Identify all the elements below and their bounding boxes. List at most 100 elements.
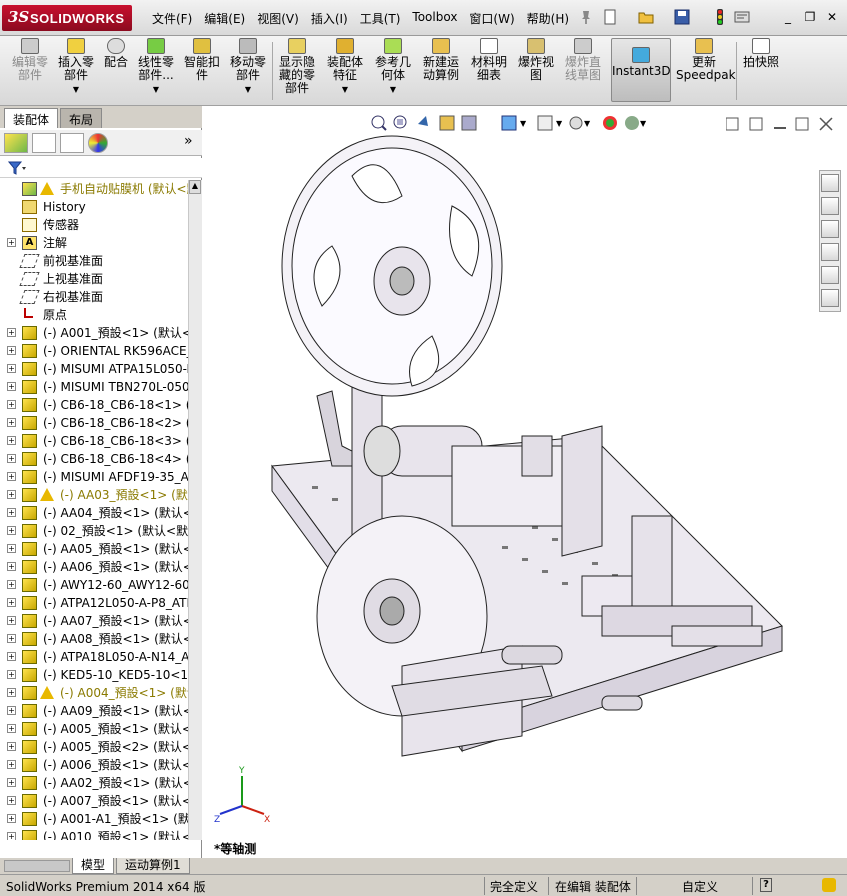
update-speedpak-button[interactable]: 更新 Speedpak	[676, 38, 736, 102]
tree-component-row[interactable]: + (-) AA06_預設<1> (默认<默	[0, 558, 188, 576]
restore-icon[interactable]: ❐	[801, 9, 819, 25]
menu-window[interactable]: 窗口(W)	[463, 8, 520, 28]
expand-toggle-icon[interactable]: +	[7, 598, 16, 607]
zoom-to-fit-icon[interactable]	[371, 115, 387, 131]
apply-scene-icon[interactable]: ▼	[625, 116, 647, 130]
tree-row[interactable]: 原点	[0, 306, 188, 324]
expand-toggle-icon[interactable]: +	[7, 544, 16, 553]
solidworks-logo[interactable]: 3S SOLIDWORKS	[2, 5, 132, 31]
menu-help[interactable]: 帮助(H)	[521, 8, 575, 28]
tree-component-row[interactable]: + (-) MISUMI AFDF19-35_AFDF	[0, 468, 188, 486]
new-document-icon[interactable]	[602, 9, 618, 25]
tree-component-row[interactable]: + (-) MISUMI ATPA15L050-B-N1	[0, 360, 188, 378]
dynamic-annotation-icon[interactable]	[461, 115, 477, 131]
expand-toggle-icon[interactable]: +	[7, 364, 16, 373]
viewport-split-icon[interactable]	[726, 117, 739, 131]
filter-funnel-icon[interactable]	[8, 161, 26, 175]
expand-toggle-icon[interactable]: +	[7, 562, 16, 571]
tree-component-row[interactable]: + (-) A005_預設<1> (默认<<默	[0, 720, 188, 738]
view-palette-icon[interactable]	[821, 243, 839, 261]
menu-insert[interactable]: 插入(I)	[305, 8, 354, 28]
expand-toggle-icon[interactable]: +	[7, 238, 16, 247]
tree-component-row[interactable]: + (-) AWY12-60_AWY12-60<1>	[0, 576, 188, 594]
expand-toggle-icon[interactable]: +	[7, 328, 16, 337]
expand-toggle-icon[interactable]: +	[7, 418, 16, 427]
tree-component-row[interactable]: + (-) AA02_預設<1> (默认<默	[0, 774, 188, 792]
expand-toggle-icon[interactable]: +	[7, 652, 16, 661]
tree-row[interactable]: 上视基准面	[0, 270, 188, 288]
assembly-features-button[interactable]: 装配体 特征 ▼	[322, 38, 368, 102]
tree-component-row[interactable]: + (-) A007_預設<1> (默认<<默	[0, 792, 188, 810]
menu-tools[interactable]: 工具(T)	[354, 8, 407, 28]
tree-component-row[interactable]: + (-) AA03_預設<1> (默认	[0, 486, 188, 504]
expand-toggle-icon[interactable]: +	[7, 832, 16, 840]
filter-bar[interactable]	[0, 158, 202, 178]
bill-of-materials-button[interactable]: 材料明 细表	[466, 38, 512, 102]
tab-assembly[interactable]: 装配体	[4, 108, 59, 128]
expand-toggle-icon[interactable]: +	[7, 382, 16, 391]
new-motion-study-button[interactable]: 新建运 动算例	[418, 38, 464, 102]
expand-toggle-icon[interactable]: +	[7, 436, 16, 445]
close-icon[interactable]: ✕	[823, 9, 841, 25]
tree-component-row[interactable]: + (-) CB6-18_CB6-18<2> (默认	[0, 414, 188, 432]
smart-fasteners-button[interactable]: 智能扣 件	[180, 38, 224, 102]
insert-component-button[interactable]: 插入零 部件 ▼	[56, 38, 96, 102]
tree-component-row[interactable]: + (-) AA04_預設<1> (默认<默	[0, 504, 188, 522]
assembly-model-render[interactable]: Y X Z	[202, 106, 847, 858]
tree-component-row[interactable]: + (-) AA09_預設<1> (默认<默	[0, 702, 188, 720]
custom-properties-icon[interactable]	[821, 289, 839, 307]
expand-toggle-icon[interactable]: +	[7, 580, 16, 589]
expand-toggle-icon[interactable]: +	[7, 796, 16, 805]
tree-row[interactable]: 传感器	[0, 216, 188, 234]
configuration-manager-icon[interactable]	[60, 133, 84, 153]
expand-toggle-icon[interactable]: +	[7, 346, 16, 355]
edit-component-button[interactable]: 编辑零 部件	[4, 38, 56, 102]
tree-row[interactable]: 右视基准面	[0, 288, 188, 306]
tree-component-row[interactable]: + (-) AA08_預設<1> (默认<默	[0, 630, 188, 648]
minimize-icon[interactable]: _	[779, 9, 797, 25]
graphics-area[interactable]: Y X Z	[202, 106, 847, 858]
tab-layout[interactable]: 布局	[60, 108, 103, 128]
exploded-view-button[interactable]: 爆炸视 图	[514, 38, 558, 102]
expand-toggle-icon[interactable]: +	[7, 742, 16, 751]
display-style-icon[interactable]: ▼	[537, 115, 563, 131]
feature-manager-icon[interactable]	[4, 133, 28, 153]
menu-view[interactable]: 视图(V)	[251, 8, 305, 28]
expand-toggle-icon[interactable]: +	[7, 814, 16, 823]
viewport-restore-icon[interactable]	[749, 117, 763, 131]
linear-pattern-button[interactable]: 线性零 部件... ▼	[134, 38, 178, 102]
move-component-button[interactable]: 移动零 部件 ▼	[226, 38, 270, 102]
menu-edit[interactable]: 编辑(E)	[198, 8, 251, 28]
expand-toggle-icon[interactable]: +	[7, 472, 16, 481]
tree-component-row[interactable]: + (-) ATPA18L050-A-N14_ATPA	[0, 648, 188, 666]
tree-component-row[interactable]: + (-) A010_預設<1> (默认<<默	[0, 828, 188, 840]
appearances-scenes-icon[interactable]	[821, 266, 839, 284]
tree-component-row[interactable]: + (-) AA07_預設<1> (默认<默	[0, 612, 188, 630]
tree-component-row[interactable]: + (-) KED5-10_KED5-10<1> (默	[0, 666, 188, 684]
tree-component-row[interactable]: + (-) A006_預設<1> (默认<<默	[0, 756, 188, 774]
viewport-maximize-icon[interactable]	[795, 117, 809, 131]
take-snapshot-button[interactable]: 拍快照	[740, 38, 782, 102]
notification-icon[interactable]	[822, 878, 836, 892]
tree-component-row[interactable]: + (-) CB6-18_CB6-18<1> (默认	[0, 396, 188, 414]
expand-panel-icon[interactable]: »	[184, 133, 193, 149]
instant3d-button[interactable]: Instant3D	[611, 38, 671, 102]
tree-component-row[interactable]: + (-) CB6-18_CB6-18<4> (默认	[0, 450, 188, 468]
tree-component-row[interactable]: + (-) CB6-18_CB6-18<3> (默认	[0, 432, 188, 450]
property-manager-icon[interactable]	[32, 133, 56, 153]
expand-toggle-icon[interactable]: +	[7, 724, 16, 733]
hide-show-items-icon[interactable]: ▼	[569, 116, 591, 130]
pin-icon[interactable]	[578, 9, 594, 25]
mate-button[interactable]: 配合	[99, 38, 133, 102]
tree-component-row[interactable]: + (-) A001-A1_預設<1> (默认<	[0, 810, 188, 828]
zoom-area-icon[interactable]	[393, 115, 407, 129]
open-folder-icon[interactable]	[638, 9, 654, 25]
tree-component-row[interactable]: + (-) MISUMI TBN270L-050_預設	[0, 378, 188, 396]
status-units[interactable]: 自定义	[682, 878, 718, 895]
options-icon[interactable]	[734, 9, 750, 25]
file-explorer-icon[interactable]	[821, 220, 839, 238]
tree-component-row[interactable]: + (-) A001_預設<1> (默认<<默	[0, 324, 188, 342]
design-library-icon[interactable]	[821, 197, 839, 215]
rebuild-traffic-light-icon[interactable]	[712, 9, 728, 25]
expand-toggle-icon[interactable]: +	[7, 616, 16, 625]
